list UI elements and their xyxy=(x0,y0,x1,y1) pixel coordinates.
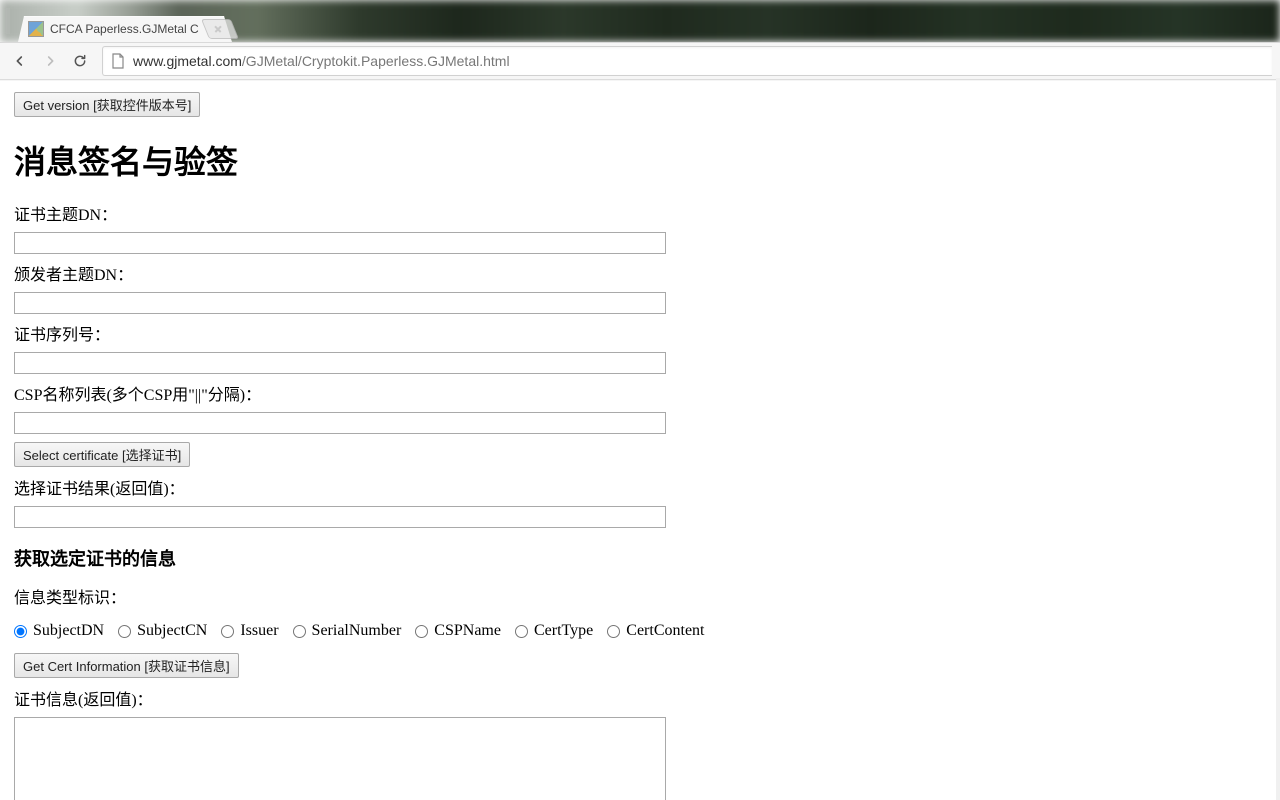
info-type-radio-group: SubjectDN SubjectCN Issuer SerialNumber … xyxy=(14,619,1266,643)
window-edge xyxy=(6,8,10,34)
input-subject-dn[interactable] xyxy=(14,232,666,254)
url-path: /GJMetal/Cryptokit.Paperless.GJMetal.htm… xyxy=(242,53,510,69)
browser-toolbar: www.gjmetal.com/GJMetal/Cryptokit.Paperl… xyxy=(0,42,1280,80)
reload-button[interactable] xyxy=(68,49,92,73)
radio-issuer[interactable] xyxy=(221,625,234,638)
page-viewport: Get version [获取控件版本号] 消息签名与验签 证书主题DN： 颁发… xyxy=(0,78,1280,800)
scrollbar[interactable] xyxy=(1276,78,1280,800)
arrow-right-icon xyxy=(42,53,58,69)
heading-sign-verify: 消息签名与验签 xyxy=(14,138,1266,186)
label-serial: 证书序列号： xyxy=(14,324,1266,348)
radio-subject-dn[interactable] xyxy=(14,625,27,638)
radio-label-serial-number[interactable]: SerialNumber xyxy=(312,619,402,643)
radio-subject-cn[interactable] xyxy=(118,625,131,638)
label-cert-info: 证书信息(返回值)： xyxy=(14,689,1266,713)
select-certificate-button[interactable]: Select certificate [选择证书] xyxy=(14,442,190,467)
page-icon xyxy=(111,53,125,69)
url-host: www.gjmetal.com xyxy=(133,53,242,69)
input-serial[interactable] xyxy=(14,352,666,374)
input-select-result[interactable] xyxy=(14,506,666,528)
label-csp-list: CSP名称列表(多个CSP用"||"分隔)： xyxy=(14,384,1266,408)
radio-label-issuer[interactable]: Issuer xyxy=(240,619,278,643)
textarea-cert-info[interactable] xyxy=(14,717,666,800)
label-issuer-dn: 颁发者主题DN： xyxy=(14,264,1266,288)
input-csp-list[interactable] xyxy=(14,412,666,434)
label-info-type: 信息类型标识： xyxy=(14,587,1266,611)
radio-cert-content[interactable] xyxy=(607,625,620,638)
radio-label-cert-content[interactable]: CertContent xyxy=(626,619,704,643)
address-bar[interactable]: www.gjmetal.com/GJMetal/Cryptokit.Paperl… xyxy=(102,46,1272,76)
forward-button[interactable] xyxy=(38,49,62,73)
reload-icon xyxy=(72,53,88,69)
label-select-result: 选择证书结果(返回值)： xyxy=(14,478,1266,502)
back-button[interactable] xyxy=(8,49,32,73)
input-issuer-dn[interactable] xyxy=(14,292,666,314)
tab-strip: CFCA Paperless.GJMetal C xyxy=(0,0,1280,42)
label-subject-dn: 证书主题DN： xyxy=(14,204,1266,228)
favicon-icon xyxy=(28,21,44,37)
get-version-button[interactable]: Get version [获取控件版本号] xyxy=(14,92,200,117)
radio-csp-name[interactable] xyxy=(415,625,428,638)
heading-get-cert-info: 获取选定证书的信息 xyxy=(14,546,1266,573)
radio-label-cert-type[interactable]: CertType xyxy=(534,619,593,643)
arrow-left-icon xyxy=(12,53,28,69)
radio-label-subject-cn[interactable]: SubjectCN xyxy=(137,619,207,643)
radio-label-subject-dn[interactable]: SubjectDN xyxy=(33,619,104,643)
radio-serial-number[interactable] xyxy=(293,625,306,638)
radio-label-csp-name[interactable]: CSPName xyxy=(434,619,501,643)
tab-title: CFCA Paperless.GJMetal C xyxy=(50,22,210,36)
radio-cert-type[interactable] xyxy=(515,625,528,638)
get-cert-info-button[interactable]: Get Cert Information [获取证书信息] xyxy=(14,653,239,678)
browser-tab[interactable]: CFCA Paperless.GJMetal C xyxy=(18,16,232,42)
